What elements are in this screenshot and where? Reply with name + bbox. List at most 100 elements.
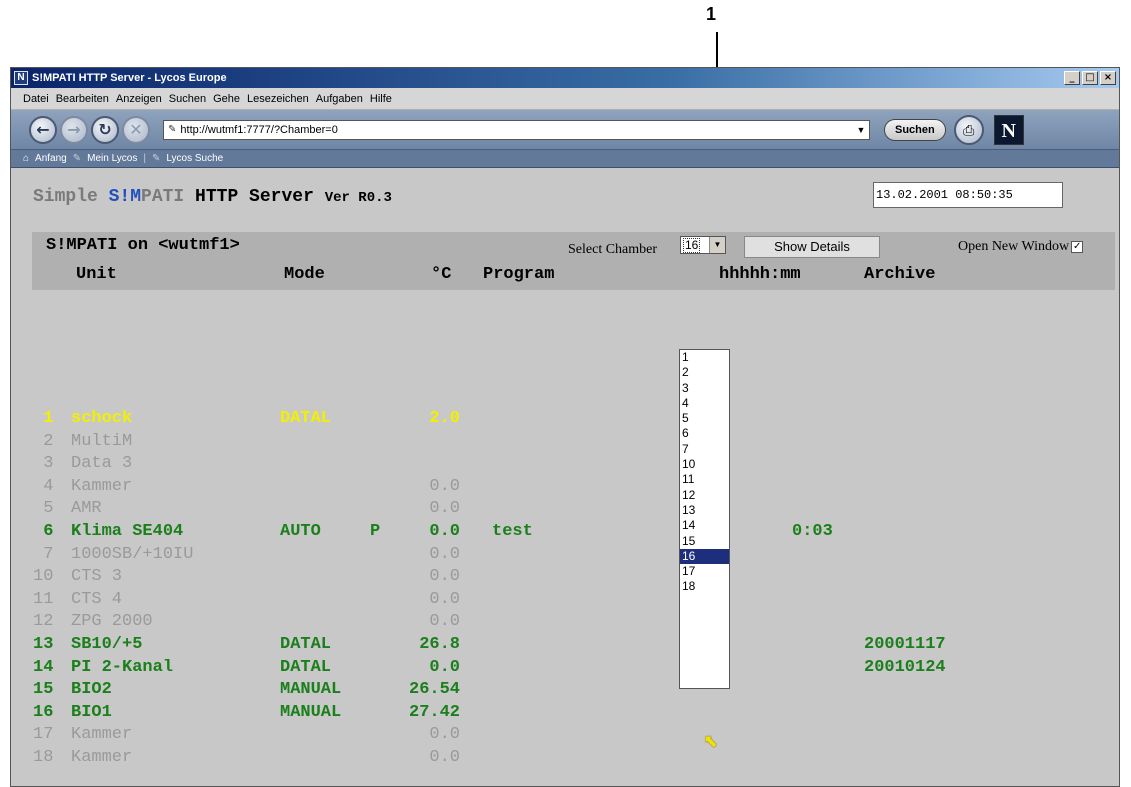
dropdown-option[interactable]: 3: [680, 381, 729, 396]
table-row: 12 ZPG 2000 0.0: [11, 612, 1119, 634]
mouse-cursor-icon: ⬉: [703, 731, 719, 752]
search-button[interactable]: Suchen: [884, 118, 946, 141]
cell-mode: MANUAL: [280, 702, 342, 722]
reload-button[interactable]: ↻: [91, 115, 119, 144]
open-new-window-checkbox[interactable]: ✓: [1071, 240, 1084, 253]
dropdown-option[interactable]: 14: [680, 518, 729, 533]
table-row: 17 Kammer 0.0: [11, 725, 1119, 747]
bookmark-pencil-icon: ✎: [151, 153, 161, 164]
cell-archive: 20001117: [864, 635, 946, 654]
dropdown-option[interactable]: 12: [680, 488, 729, 503]
print-icon[interactable]: ⎙: [953, 114, 984, 145]
table-row: 7 1000SB/+10IU 0.0: [11, 544, 1119, 567]
cell-temp: 0.0: [429, 725, 460, 745]
menu-item-2[interactable]: Anzeigen: [116, 93, 162, 105]
column-header-temp: °C: [431, 265, 452, 284]
menu-item-0[interactable]: Datei: [23, 93, 49, 105]
close-button[interactable]: ×: [1100, 71, 1116, 85]
dropdown-option[interactable]: 11: [680, 472, 729, 487]
cell-mode: DATAL: [280, 635, 332, 654]
cell-num: 15: [33, 680, 54, 700]
menu-item-1[interactable]: Bearbeiten: [56, 93, 109, 105]
minimize-button[interactable]: _: [1064, 71, 1080, 85]
title-brand: S!M: [108, 187, 142, 207]
cell-unit: Data 3: [71, 454, 133, 474]
cell-num: 13: [33, 635, 54, 654]
cell-unit: CTS 4: [71, 589, 123, 609]
menu-item-7[interactable]: Hilfe: [370, 93, 392, 105]
cell-unit: SB10/+5: [71, 635, 143, 654]
cell-temp: 0.0: [429, 522, 460, 541]
open-new-window-label: Open New Window: [958, 239, 1070, 254]
show-details-button[interactable]: Show Details: [744, 236, 880, 258]
cell-num: 4: [33, 476, 54, 496]
chamber-select-value: 16: [683, 238, 701, 253]
chamber-dropdown-list[interactable]: 1 2 3 4 5 6 7 10 11 12 13 14 15 16 17 18: [679, 349, 730, 689]
cell-mode: AUTO: [280, 522, 321, 541]
maximize-button[interactable]: □: [1082, 71, 1098, 85]
browser-window: N S!MPATI HTTP Server - Lycos Europe _ □…: [10, 67, 1120, 787]
bookmark-lycos-suche[interactable]: Lycos Suche: [166, 153, 223, 164]
dropdown-option[interactable]: 5: [680, 411, 729, 426]
forward-button[interactable]: →: [60, 115, 88, 144]
host-title: S!MPATI on <wutmf1>: [46, 236, 240, 255]
url-dropdown-icon[interactable]: ▼: [853, 125, 869, 135]
menu-bar: Datei Bearbeiten Anzeigen Suchen Gehe Lesezei…: [11, 88, 1119, 110]
column-header-mode: Mode: [284, 265, 325, 284]
cell-num: 12: [33, 612, 54, 632]
chevron-down-icon[interactable]: ▼: [709, 237, 725, 253]
cell-num: 14: [33, 657, 54, 677]
url-field[interactable]: ✎ http://wutmf1:7777/?Chamber=0 ▼: [163, 119, 870, 140]
menu-item-4[interactable]: Gehe: [213, 93, 240, 105]
dropdown-option[interactable]: 17: [680, 564, 729, 579]
table-row: 13 SB10/+5 DATAL 26.8 20001117: [11, 635, 1119, 657]
table-row: 18 Kammer 0.0: [11, 748, 1119, 770]
dropdown-option[interactable]: 15: [680, 534, 729, 549]
cell-num: 7: [33, 544, 54, 564]
cell-num: 3: [33, 454, 54, 474]
dropdown-option[interactable]: 18: [680, 579, 729, 594]
cell-num: 18: [33, 748, 54, 767]
menu-item-5[interactable]: Lesezeichen: [247, 93, 309, 105]
cell-temp: 27.42: [409, 702, 461, 722]
netscape-logo[interactable]: N: [993, 114, 1024, 145]
cell-temp: 26.54: [409, 680, 461, 700]
cell-temp: 0.0: [429, 657, 460, 677]
cell-num: 10: [33, 567, 54, 587]
stop-button[interactable]: ✕: [122, 115, 150, 144]
dropdown-option[interactable]: 1: [680, 350, 729, 365]
bookmark-anfang[interactable]: Anfang: [35, 153, 67, 164]
menu-item-6[interactable]: Aufgaben: [316, 93, 363, 105]
column-header-program: Program: [483, 265, 555, 284]
menu-item-3[interactable]: Suchen: [169, 93, 206, 105]
dropdown-option[interactable]: 2: [680, 365, 729, 380]
cell-unit: 1000SB/+10IU: [71, 544, 194, 564]
dropdown-option[interactable]: 7: [680, 442, 729, 457]
cell-unit: MultiM: [71, 431, 133, 451]
bookmark-mein-lycos[interactable]: Mein Lycos: [87, 153, 137, 164]
dropdown-option[interactable]: 13: [680, 503, 729, 518]
cell-unit: Kammer: [71, 748, 133, 767]
cell-unit: CTS 3: [71, 567, 123, 587]
cell-temp: 0.0: [429, 748, 460, 767]
table-row: 5 AMR 0.0: [11, 499, 1119, 521]
cell-temp: 0.0: [429, 589, 460, 609]
table-row: 3 Data 3: [11, 454, 1119, 476]
cell-num: 6: [33, 522, 54, 541]
bookmarks-bar: ⌂ Anfang ✎ Mein Lycos | ✎ Lycos Suche: [11, 150, 1119, 168]
open-new-window-option[interactable]: Open New Window ✓: [958, 239, 1084, 255]
chamber-select[interactable]: 16 ▼: [680, 236, 726, 254]
cell-temp: 0.0: [429, 544, 460, 564]
dropdown-option[interactable]: 6: [680, 426, 729, 441]
back-button[interactable]: ←: [29, 115, 57, 144]
datetime-field[interactable]: 13.02.2001 08:50:35: [873, 182, 1063, 208]
cell-flag: P: [370, 522, 381, 541]
table-row: 2 MultiM: [11, 431, 1119, 454]
dropdown-option[interactable]: 4: [680, 396, 729, 411]
stop-icon: ✕: [129, 120, 143, 139]
cell-temp: 0.0: [429, 476, 460, 496]
dropdown-option[interactable]: 10: [680, 457, 729, 472]
url-text[interactable]: http://wutmf1:7777/?Chamber=0: [180, 124, 853, 136]
dropdown-option[interactable]: 16: [680, 548, 729, 565]
navigation-toolbar: ← → ↻ ✕ ✎ http://wutmf1:7777/?Chamber=0 …: [11, 110, 1119, 150]
